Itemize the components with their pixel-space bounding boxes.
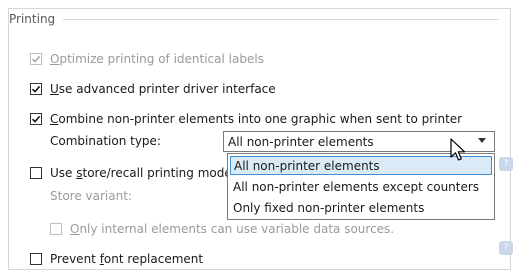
combination-type-dropdown: All non-printer elements All non-printer…: [227, 153, 495, 220]
check-icon: [30, 53, 42, 65]
only-internal-label: Only internal elements can use variable …: [70, 222, 395, 236]
store-recall-checkbox[interactable]: Use store/recall printing mode: [30, 166, 232, 180]
dropdown-option[interactable]: Only fixed non-printer elements: [230, 198, 492, 217]
help-icon[interactable]: ?: [499, 241, 513, 255]
combination-type-value: All non-printer elements: [228, 134, 374, 149]
checkbox-box: [50, 223, 62, 235]
font-replacement-label: Prevent font replacement: [50, 252, 204, 266]
checkbox-box: [30, 167, 42, 179]
chevron-down-icon[interactable]: [478, 138, 486, 143]
help-icon[interactable]: ?: [499, 157, 513, 171]
checkbox-box: [30, 253, 42, 265]
store-recall-label: Use store/recall printing mode: [50, 166, 232, 180]
combine-elements-checkbox[interactable]: Combine non-printer elements into one gr…: [30, 112, 462, 126]
check-icon: [30, 113, 42, 125]
section-divider: [63, 18, 499, 20]
section-header: Printing: [9, 12, 499, 26]
mouse-cursor-icon: [450, 138, 466, 161]
store-variant-label: Store variant:: [50, 189, 132, 203]
only-internal-checkbox[interactable]: Only internal elements can use variable …: [50, 222, 394, 236]
combination-type-label: Combination type:: [50, 134, 161, 148]
section-title: Printing: [9, 12, 56, 26]
optimize-printing-checkbox[interactable]: Optimize printing of identical labels: [30, 52, 264, 66]
check-icon: [30, 83, 42, 95]
dropdown-option[interactable]: All non-printer elements except counters: [230, 177, 492, 196]
font-replacement-checkbox[interactable]: Prevent font replacement: [30, 252, 203, 266]
optimize-printing-label: Optimize printing of identical labels: [50, 52, 264, 66]
advanced-driver-label: Use advanced printer driver interface: [50, 82, 276, 96]
advanced-driver-checkbox[interactable]: Use advanced printer driver interface: [30, 82, 276, 96]
combine-elements-label: Combine non-printer elements into one gr…: [50, 112, 463, 126]
